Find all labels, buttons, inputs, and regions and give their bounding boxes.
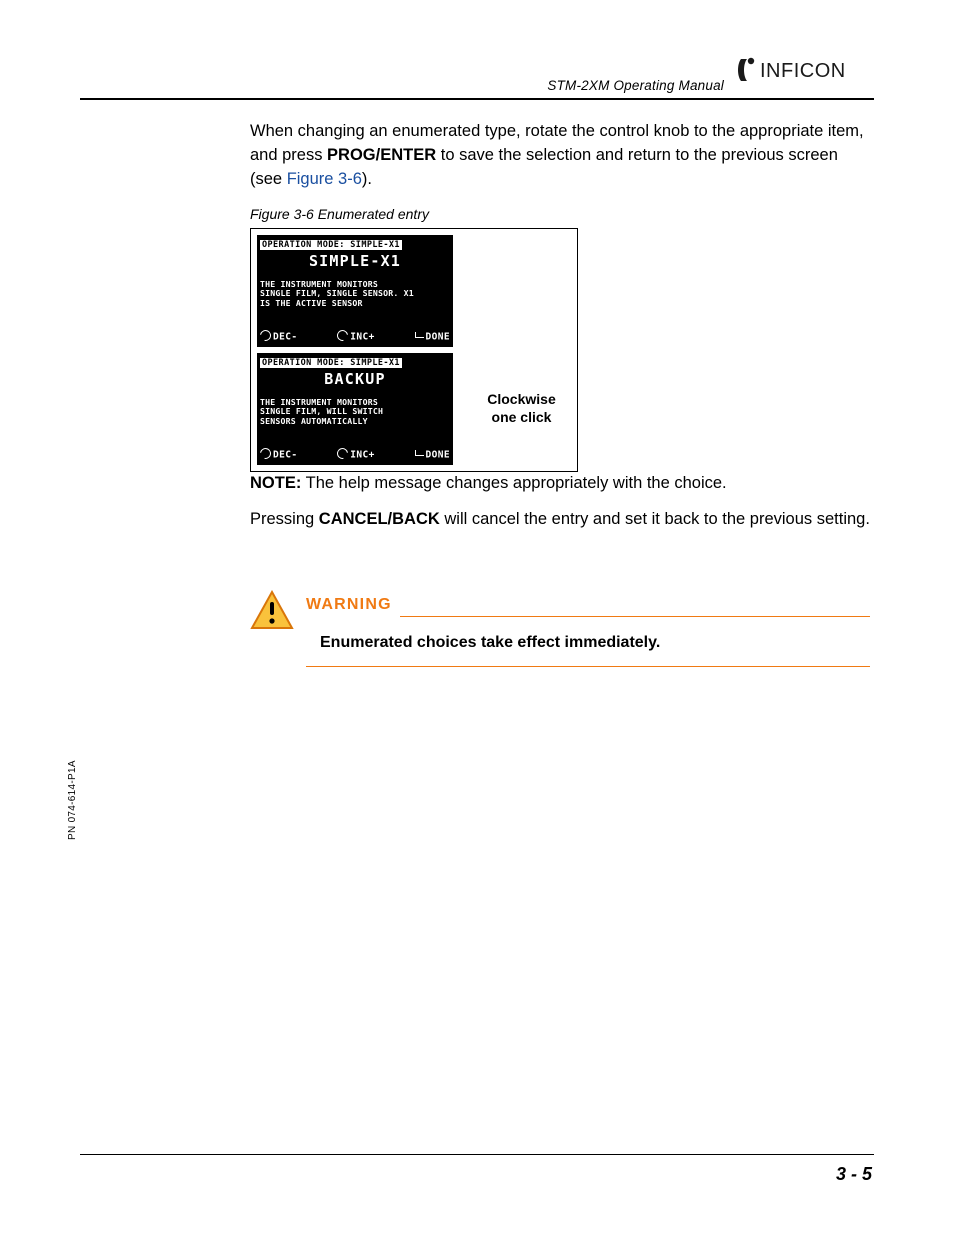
figure-3-6: OPERATION MODE: SIMPLE-X1 SIMPLE-X1 THE …: [250, 228, 578, 472]
brand-logo: INFICON: [734, 55, 874, 85]
lcd2-value: BACKUP: [260, 369, 450, 391]
lcd-screen-2: OPERATION MODE: SIMPLE-X1 BACKUP THE INS…: [257, 353, 453, 465]
warning-text: Enumerated choices take effect immediate…: [320, 634, 870, 652]
note: NOTE: The help message changes appropria…: [250, 472, 870, 496]
figure-3-6-link[interactable]: Figure 3-6: [287, 170, 362, 188]
warning-heading: WARNING: [306, 596, 392, 614]
lcd-screen-1: OPERATION MODE: SIMPLE-X1 SIMPLE-X1 THE …: [257, 235, 453, 347]
knob-ccw-icon: [260, 330, 273, 344]
knob-ccw-icon: [260, 448, 273, 462]
knob-cw-icon: [337, 448, 350, 462]
warning-icon: [250, 590, 294, 630]
part-number: PN 074-614-P1A: [67, 760, 78, 840]
lcd2-header: OPERATION MODE: SIMPLE-X1: [260, 358, 402, 368]
footer-rule: [80, 1154, 874, 1155]
page-number: 3 - 5: [836, 1164, 872, 1185]
manual-title: STM-2XM Operating Manual: [547, 78, 724, 93]
figure-side-label: Clockwise one click: [466, 229, 577, 471]
figure-caption: Figure 3-6 Enumerated entry: [250, 204, 870, 224]
enter-icon: [415, 330, 426, 344]
paragraph-2: Pressing CANCEL/BACK will cancel the ent…: [250, 508, 870, 532]
header-rule: [80, 98, 874, 100]
enter-icon: [415, 448, 426, 462]
brand-text: INFICON: [760, 60, 846, 82]
knob-cw-icon: [337, 330, 350, 344]
lcd1-header: OPERATION MODE: SIMPLE-X1: [260, 240, 402, 250]
paragraph-1: When changing an enumerated type, rotate…: [250, 120, 870, 192]
lcd1-value: SIMPLE-X1: [260, 251, 450, 273]
